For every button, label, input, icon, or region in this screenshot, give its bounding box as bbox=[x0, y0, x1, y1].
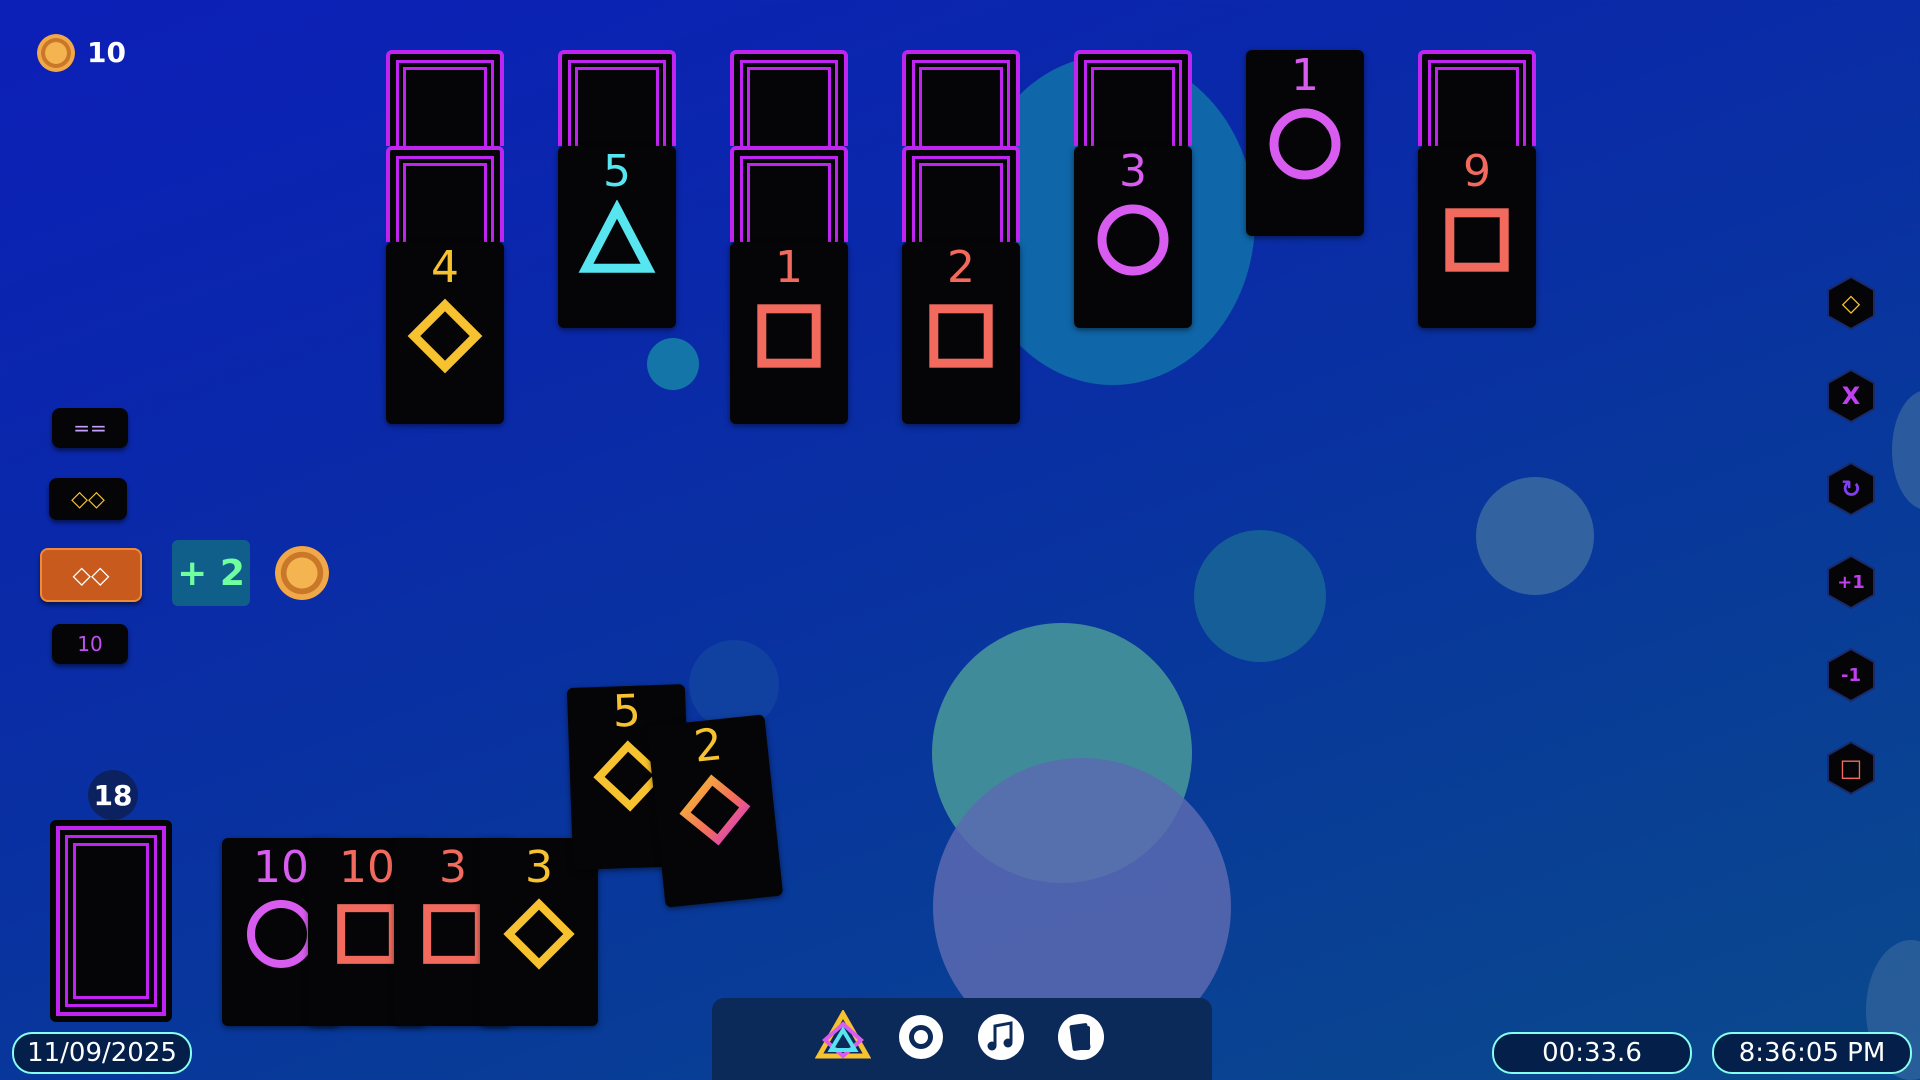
tableau-card[interactable]: 2 bbox=[902, 242, 1020, 424]
tableau-card[interactable]: 5 bbox=[558, 146, 676, 328]
restart-button[interactable]: ↻ bbox=[1826, 461, 1876, 517]
background-bubble bbox=[647, 338, 699, 390]
coin-count: 10 bbox=[87, 36, 126, 69]
card-value: 2 bbox=[691, 719, 725, 773]
card-back bbox=[1074, 50, 1192, 146]
card-back bbox=[386, 50, 504, 146]
pair-label: ◇◇ bbox=[71, 486, 105, 512]
tableau-card[interactable]: 9 bbox=[1418, 146, 1536, 328]
card-value: 5 bbox=[603, 146, 631, 197]
date-text: 11/09/2025 bbox=[27, 1038, 177, 1068]
stock-count: 18 bbox=[93, 778, 133, 812]
clock-display: 8:36:05 PM bbox=[1712, 1032, 1912, 1074]
plus-one-button[interactable]: +1 bbox=[1826, 554, 1876, 610]
card-back bbox=[902, 50, 1020, 146]
clear-button[interactable]: X bbox=[1826, 368, 1876, 424]
card-back bbox=[730, 146, 848, 242]
plus-one-icon: +1 bbox=[1837, 571, 1865, 593]
refresh-icon: ↻ bbox=[1840, 475, 1862, 503]
timer-text: 00:33.6 bbox=[1542, 1038, 1642, 1068]
stock-count-badge: 18 bbox=[88, 770, 138, 820]
background-bubble bbox=[1194, 530, 1326, 662]
equals-label: == bbox=[73, 416, 107, 440]
date-display: 11/09/2025 bbox=[12, 1032, 192, 1074]
stock-pile[interactable] bbox=[50, 820, 172, 1022]
clock-text: 8:36:05 PM bbox=[1738, 1038, 1886, 1068]
coin-icon bbox=[37, 34, 75, 72]
bottom-toolbar bbox=[712, 998, 1212, 1080]
card-value: 1 bbox=[775, 242, 803, 293]
card-value: 4 bbox=[431, 242, 459, 293]
active-pair-label: ◇◇ bbox=[72, 561, 110, 589]
square-filter-button[interactable]: □ bbox=[1826, 740, 1876, 796]
tableau-card[interactable]: 3 bbox=[1074, 146, 1192, 328]
card-value: 2 bbox=[947, 242, 975, 293]
shapes-logo-icon[interactable] bbox=[815, 1010, 871, 1062]
played-card[interactable]: 2 bbox=[646, 714, 784, 908]
background-bubble bbox=[1892, 390, 1920, 510]
bonus-label: + 2 bbox=[177, 552, 245, 594]
tableau-card[interactable]: 4 bbox=[386, 242, 504, 424]
minus-one-button[interactable]: -1 bbox=[1826, 647, 1876, 703]
square-icon: □ bbox=[1839, 754, 1863, 782]
tableau-card[interactable]: 1 bbox=[730, 242, 848, 424]
tableau-card[interactable]: 1 bbox=[1246, 50, 1364, 236]
card-back bbox=[386, 146, 504, 242]
coin-reward-icon bbox=[275, 546, 329, 600]
card-back bbox=[558, 50, 676, 146]
card-value: 1 bbox=[1291, 50, 1319, 101]
background-bubble bbox=[1476, 477, 1594, 595]
bonus-badge: + 2 bbox=[172, 540, 250, 606]
diamond-filter-button[interactable]: ◇ bbox=[1826, 275, 1876, 331]
card-value: 3 bbox=[1119, 146, 1147, 197]
x-icon: X bbox=[1841, 382, 1861, 410]
card-back bbox=[902, 146, 1020, 242]
count-label: 10 bbox=[77, 632, 103, 656]
count-button[interactable]: 10 bbox=[52, 624, 128, 664]
pair-button[interactable]: ◇◇ bbox=[49, 478, 127, 520]
equals-button[interactable]: == bbox=[52, 408, 128, 448]
music-icon[interactable] bbox=[976, 1012, 1026, 1062]
cards-icon[interactable] bbox=[1056, 1012, 1106, 1062]
minus-one-icon: -1 bbox=[1841, 664, 1861, 686]
settings-icon[interactable] bbox=[896, 1012, 946, 1062]
timer-display: 00:33.6 bbox=[1492, 1032, 1692, 1074]
active-pair-button[interactable]: ◇◇ bbox=[40, 548, 142, 602]
diamond-icon: ◇ bbox=[1841, 289, 1861, 317]
card-back bbox=[730, 50, 848, 146]
card-value: 9 bbox=[1463, 146, 1491, 197]
card-back bbox=[1418, 50, 1536, 146]
